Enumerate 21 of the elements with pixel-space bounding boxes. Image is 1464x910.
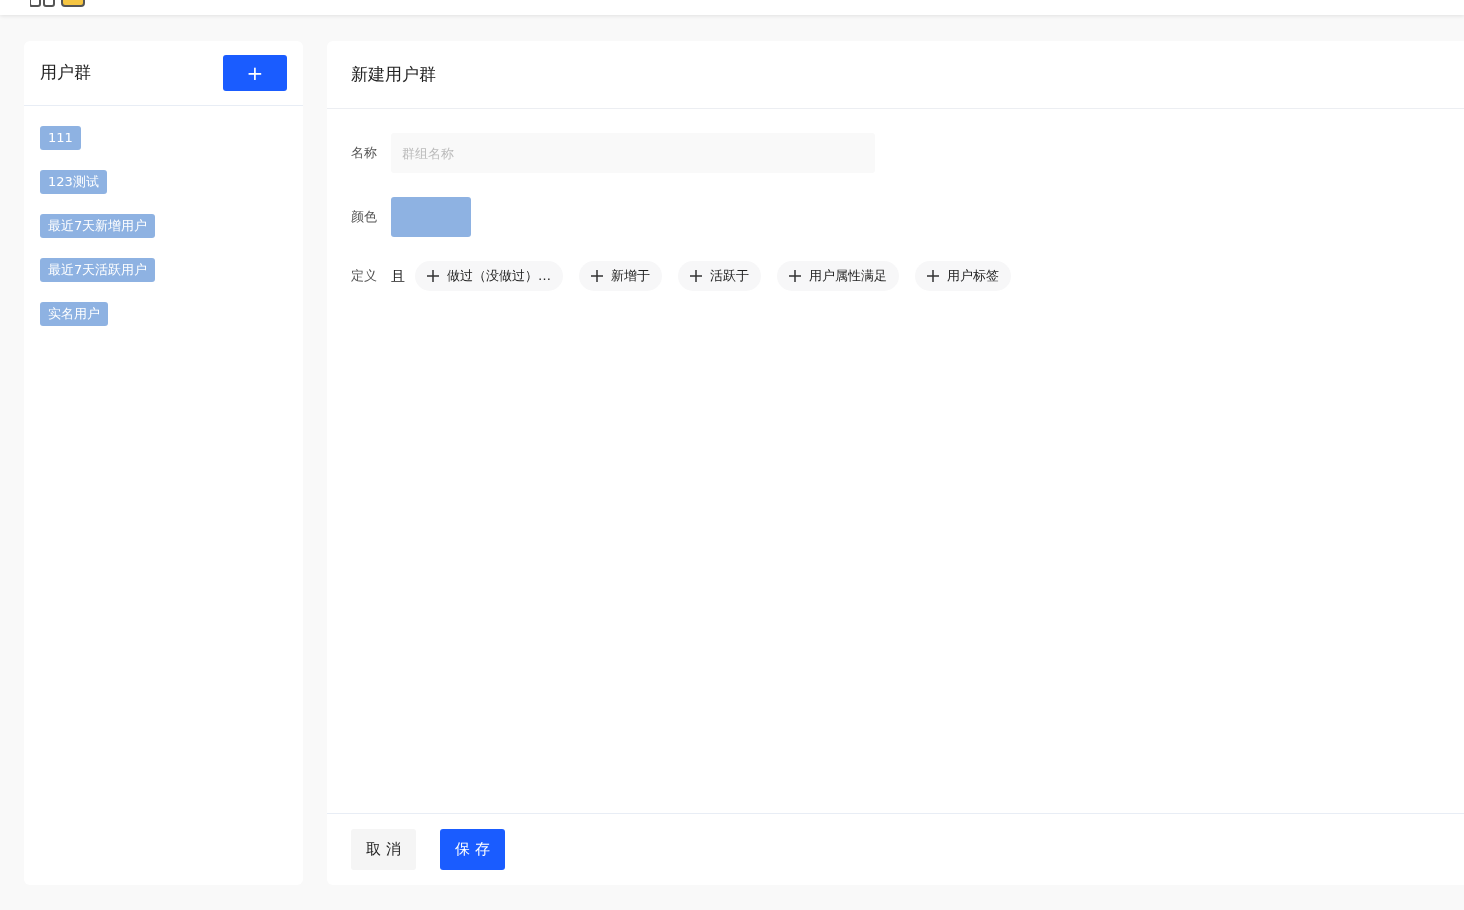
save-button[interactable]: 保 存 [439, 829, 505, 870]
panel-title: 用户群 [40, 61, 91, 85]
plus-icon [690, 270, 702, 282]
add-condition-button[interactable]: 用户标签 [915, 261, 1011, 291]
field-label: 定义 [351, 267, 378, 286]
add-condition-button[interactable]: 用户属性满足 [777, 261, 899, 291]
plus-icon [789, 270, 801, 282]
plus-icon [427, 270, 439, 282]
color-swatch[interactable] [391, 197, 471, 237]
add-condition-button[interactable]: 做过（没做过）… [415, 261, 563, 291]
plus-icon [927, 270, 939, 282]
connector-text: 且 [391, 266, 405, 286]
add-button[interactable]: + [223, 55, 287, 91]
cancel-button[interactable]: 取 消 [351, 829, 416, 870]
add-condition-button[interactable]: 活跃于 [678, 261, 761, 291]
plus-icon [591, 270, 603, 282]
add-condition-button[interactable]: 新增于 [579, 261, 662, 291]
field-label: 颜色 [351, 208, 378, 227]
name-field[interactable]: 群组名称 [391, 133, 875, 173]
form-title: 新建用户群 [327, 41, 1464, 109]
field-label: 名称 [351, 144, 378, 163]
